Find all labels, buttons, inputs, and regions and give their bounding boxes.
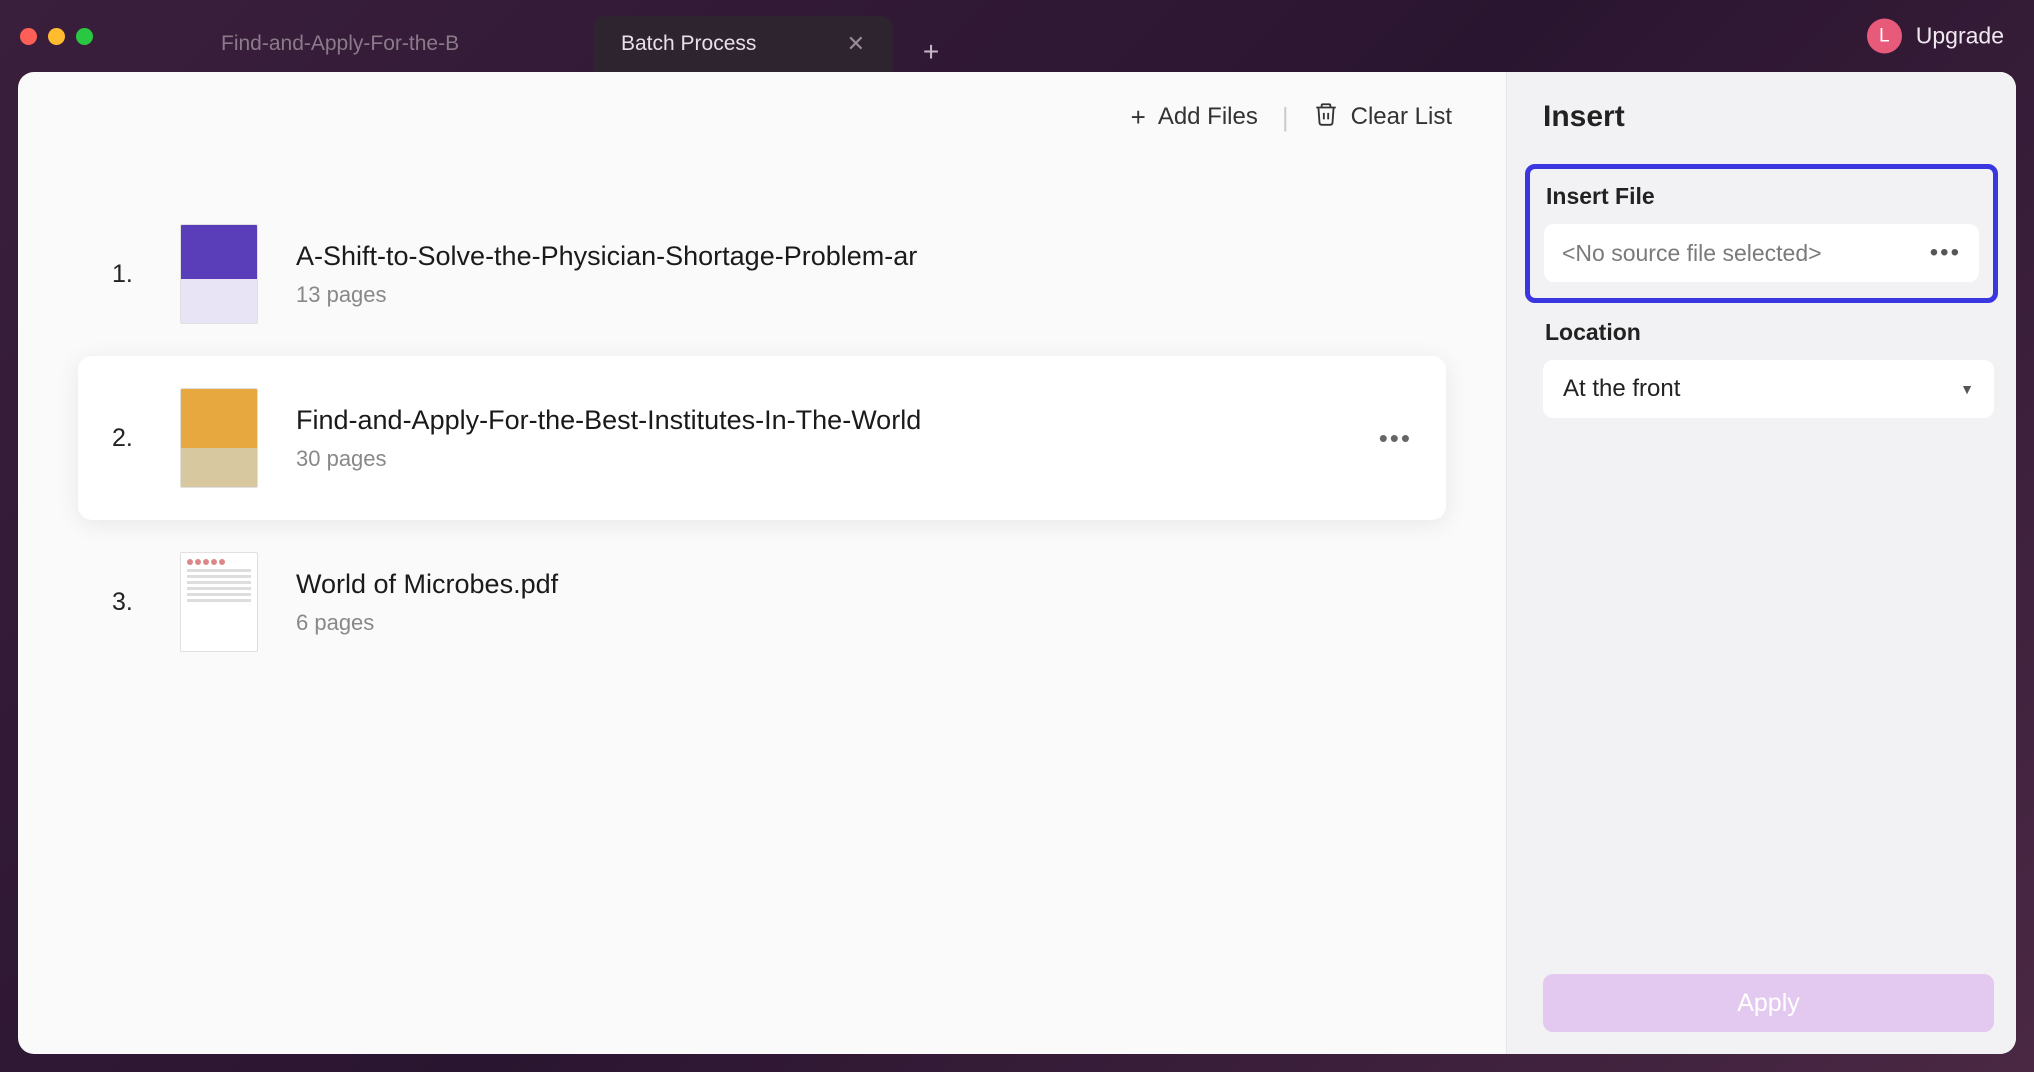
clear-list-label: Clear List: [1351, 103, 1452, 131]
insert-file-section: Insert File <No source file selected> ••…: [1525, 164, 1998, 303]
tab-batch-process[interactable]: Batch Process ✕: [593, 16, 893, 72]
close-window-button[interactable]: [20, 28, 37, 45]
source-file-placeholder: <No source file selected>: [1562, 240, 1822, 267]
plus-icon: +: [1131, 102, 1146, 133]
file-info: A-Shift-to-Solve-the-Physician-Shortage-…: [296, 241, 1412, 308]
avatar-initial: L: [1879, 25, 1890, 47]
file-pages: 13 pages: [296, 282, 1412, 308]
file-thumbnail: [180, 388, 258, 488]
file-info: World of Microbes.pdf 6 pages: [296, 569, 1412, 636]
file-pages: 30 pages: [296, 446, 1341, 472]
plus-icon: +: [923, 36, 939, 68]
apply-label: Apply: [1737, 989, 1800, 1018]
more-icon[interactable]: •••: [1930, 239, 1961, 267]
tab-label: Find-and-Apply-For-the-B: [221, 32, 565, 56]
file-list: 1. A-Shift-to-Solve-the-Physician-Shorta…: [18, 162, 1506, 1054]
location-dropdown[interactable]: At the front ▼: [1543, 360, 1994, 418]
list-item[interactable]: 1. A-Shift-to-Solve-the-Physician-Shorta…: [78, 192, 1446, 356]
side-panel: Insert Insert File <No source file selec…: [1506, 72, 2016, 1054]
minimize-window-button[interactable]: [48, 28, 65, 45]
add-tab-button[interactable]: +: [911, 32, 951, 72]
file-index: 1.: [112, 260, 142, 289]
tab-document[interactable]: Find-and-Apply-For-the-B: [193, 16, 593, 72]
maximize-window-button[interactable]: [76, 28, 93, 45]
chevron-down-icon: ▼: [1960, 381, 1974, 397]
titlebar: Find-and-Apply-For-the-B Batch Process ✕…: [0, 0, 2034, 72]
source-file-field[interactable]: <No source file selected> •••: [1544, 224, 1979, 282]
main-window: + Add Files | Clear List 1. A-Shift-to-S…: [18, 72, 2016, 1054]
file-name: Find-and-Apply-For-the-Best-Institutes-I…: [296, 405, 1341, 436]
location-label: Location: [1545, 319, 1994, 346]
tab-bar: Find-and-Apply-For-the-B Batch Process ✕…: [193, 0, 951, 72]
add-files-label: Add Files: [1158, 103, 1258, 131]
file-info: Find-and-Apply-For-the-Best-Institutes-I…: [296, 405, 1341, 472]
file-name: World of Microbes.pdf: [296, 569, 1412, 600]
file-thumbnail: [180, 552, 258, 652]
window-controls: [20, 28, 93, 45]
apply-button[interactable]: Apply: [1543, 974, 1994, 1032]
location-value: At the front: [1563, 375, 1680, 403]
file-thumbnail: [180, 224, 258, 324]
upgrade-button[interactable]: Upgrade: [1916, 23, 2004, 50]
add-files-button[interactable]: + Add Files: [1131, 102, 1258, 133]
insert-file-label: Insert File: [1546, 183, 1979, 210]
file-area: + Add Files | Clear List 1. A-Shift-to-S…: [18, 72, 1506, 1054]
separator: |: [1282, 102, 1289, 133]
list-item[interactable]: 3. World of Microbes.pdf 6 pages: [78, 520, 1446, 684]
tab-label: Batch Process: [621, 32, 829, 56]
row-menu-button[interactable]: •••: [1379, 423, 1412, 454]
avatar[interactable]: L: [1867, 19, 1902, 54]
file-pages: 6 pages: [296, 610, 1412, 636]
close-tab-icon[interactable]: ✕: [847, 31, 865, 57]
list-item[interactable]: 2. Find-and-Apply-For-the-Best-Institute…: [78, 356, 1446, 520]
account-area: L Upgrade: [1867, 19, 2004, 54]
file-name: A-Shift-to-Solve-the-Physician-Shortage-…: [296, 241, 1412, 272]
toolbar: + Add Files | Clear List: [18, 72, 1506, 162]
clear-list-button[interactable]: Clear List: [1313, 101, 1452, 134]
trash-icon: [1313, 101, 1339, 134]
panel-title: Insert: [1543, 100, 1994, 134]
file-index: 3.: [112, 588, 142, 617]
file-index: 2.: [112, 424, 142, 453]
